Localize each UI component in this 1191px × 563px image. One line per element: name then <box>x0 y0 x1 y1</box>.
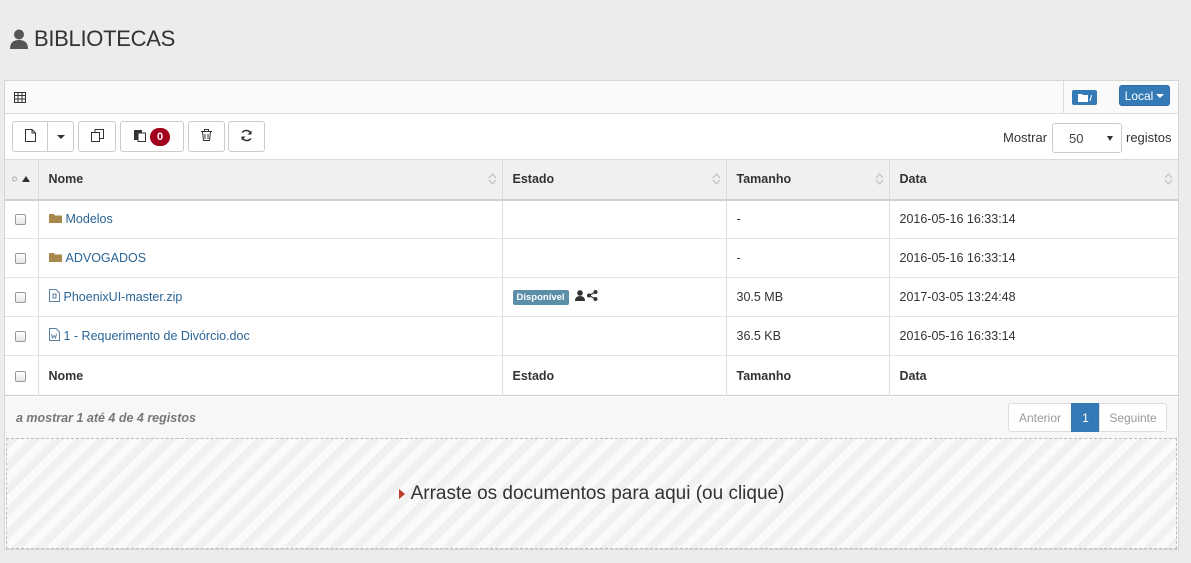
refresh-icon <box>240 129 253 145</box>
caret-right-icon <box>398 488 405 499</box>
status-cell <box>502 238 727 278</box>
file-name-link[interactable]: Modelos <box>66 212 113 226</box>
pagination: Anterior 1 Seguinte <box>1008 403 1167 432</box>
location-label: Local <box>1124 88 1154 103</box>
file-name-link[interactable]: ADVOGADOS <box>66 251 147 265</box>
column-header-label: Nome <box>48 172 84 187</box>
sort-icon <box>712 173 721 188</box>
size-cell: - <box>726 238 890 278</box>
file-name-link[interactable]: 1 - Requerimento de Divórcio.doc <box>64 329 250 343</box>
folder-path-button[interactable] <box>1072 90 1097 105</box>
column-header-status[interactable]: Estado <box>502 159 727 200</box>
chevron-down-icon <box>1107 136 1113 141</box>
date-cell: 2017-03-05 13:24:48 <box>899 290 1016 304</box>
copy-button[interactable] <box>78 121 116 152</box>
table-row[interactable]: 1 - Requerimento de Divórcio.doc 36.5 KB… <box>5 316 1178 356</box>
panel-header: Local <box>5 81 1178 114</box>
select-all-checkbox[interactable] <box>15 370 26 382</box>
records-label: registos <box>1126 130 1172 145</box>
date-cell: 2016-05-16 16:33:14 <box>899 212 1016 227</box>
size-cell: - <box>726 199 890 239</box>
toolbar: 0 Mostrar 50 registos <box>5 115 1178 159</box>
date-cell: 2016-05-16 16:33:14 <box>899 329 1016 343</box>
footer-column-name: Nome <box>38 355 503 396</box>
paste-icon <box>134 129 146 145</box>
show-label: Mostrar <box>1003 130 1048 145</box>
sort-asc-icon <box>12 172 34 186</box>
zip-file-icon <box>48 289 60 305</box>
clipboard-count-badge: 0 <box>150 127 170 146</box>
page-title-text: BIBLIOTECAS <box>34 26 175 51</box>
folder-icon <box>1077 90 1092 105</box>
current-page-button[interactable]: 1 <box>1071 403 1100 432</box>
table-view-icon[interactable] <box>14 91 26 106</box>
chevron-down-icon <box>1156 93 1165 98</box>
date-cell: 2016-05-16 16:33:14 <box>899 251 1016 265</box>
sort-icon <box>488 173 497 188</box>
table-row[interactable]: PhoenixUI-master.zip Disponível 30.5 MB … <box>5 277 1178 317</box>
table-footer-row: Nome Estado Tamanho Data <box>5 355 1178 396</box>
user-icon <box>574 290 585 304</box>
file-icon <box>24 128 36 145</box>
table-header-row: Nome Estado Tamanho Data <box>5 159 1178 200</box>
page-size-select[interactable]: 50 <box>1052 123 1122 153</box>
status-cell <box>502 316 727 356</box>
page-title: BIBLIOTECAS <box>10 26 175 52</box>
folder-icon <box>48 251 62 265</box>
row-checkbox[interactable] <box>15 292 26 304</box>
sort-icon <box>875 173 884 188</box>
refresh-button[interactable] <box>228 121 265 152</box>
dropzone-text: Arraste os documentos para aqui (ou cliq… <box>410 482 785 504</box>
chevron-down-icon <box>56 134 65 139</box>
records-info: a mostrar 1 até 4 de 4 registos <box>16 411 196 425</box>
next-page-button[interactable]: Seguinte <box>1099 403 1167 432</box>
sort-icon <box>1164 173 1173 188</box>
folder-icon <box>48 212 62 226</box>
share-icon[interactable] <box>586 290 598 304</box>
status-cell <box>502 199 727 239</box>
column-header-size[interactable]: Tamanho <box>726 159 890 200</box>
header-divider <box>1063 81 1064 114</box>
trash-icon <box>201 129 212 144</box>
clipboard-button[interactable]: 0 <box>120 121 184 152</box>
file-name-link[interactable]: PhoenixUI-master.zip <box>64 290 183 304</box>
column-header-label: Data <box>899 172 927 187</box>
sort-column-header[interactable] <box>5 159 39 200</box>
footer-column-size: Tamanho <box>726 355 890 396</box>
size-cell: 36.5 KB <box>726 316 890 356</box>
table-footer: a mostrar 1 até 4 de 4 registos Anterior… <box>5 397 1178 438</box>
footer-column-date: Data <box>899 368 927 383</box>
location-dropdown-button[interactable]: Local <box>1119 85 1170 106</box>
row-checkbox[interactable] <box>15 253 26 265</box>
page-size-value: 50 <box>1069 130 1084 146</box>
user-icon <box>10 29 28 49</box>
copy-icon <box>90 128 104 145</box>
delete-button[interactable] <box>188 121 225 152</box>
library-panel: Local 0 Mostrar 50 registos Nome Estado … <box>4 80 1179 550</box>
previous-page-button[interactable]: Anterior <box>1008 403 1072 432</box>
column-header-date[interactable]: Data <box>889 160 1178 200</box>
word-document-icon <box>48 328 60 344</box>
table-row[interactable]: Modelos - 2016-05-16 16:33:14 <box>5 199 1178 239</box>
files-table: Nome Estado Tamanho Data Modelos - 2016-… <box>5 159 1178 396</box>
row-checkbox[interactable] <box>15 214 26 226</box>
status-badge: Disponível <box>512 289 569 305</box>
new-document-dropdown-button[interactable] <box>47 121 74 152</box>
column-header-label: Estado <box>512 172 555 187</box>
upload-dropzone[interactable]: Arraste os documentos para aqui (ou cliq… <box>6 438 1177 549</box>
column-header-label: Tamanho <box>736 172 792 187</box>
size-cell: 30.5 MB <box>726 277 890 317</box>
new-document-button[interactable] <box>12 121 48 152</box>
table-row[interactable]: ADVOGADOS - 2016-05-16 16:33:14 <box>5 238 1178 278</box>
column-header-name[interactable]: Nome <box>38 159 503 200</box>
row-checkbox[interactable] <box>15 331 26 343</box>
footer-column-status: Estado <box>502 355 727 396</box>
